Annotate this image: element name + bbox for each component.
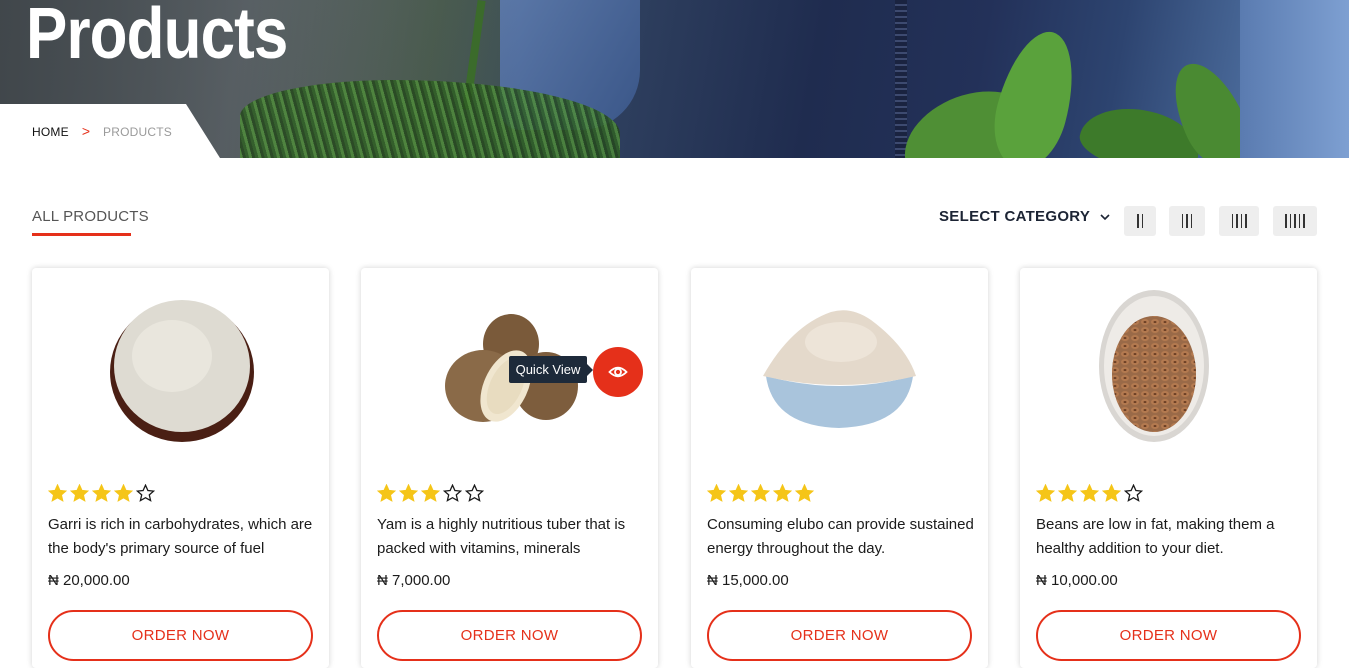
star-filled-icon	[1102, 484, 1121, 502]
star-filled-icon	[773, 484, 792, 502]
grid-view-4-columns-button[interactable]	[1219, 206, 1259, 236]
order-now-button[interactable]: ORDER NOW	[48, 610, 313, 661]
product-description: Garri is rich in carbohydrates, which ar…	[48, 516, 313, 557]
star-filled-icon	[1058, 484, 1077, 502]
hero-banner: Products HOME > PRODUCTS	[0, 0, 1349, 158]
star-filled-icon	[48, 484, 67, 502]
quick-view-tooltip: Quick View	[509, 356, 593, 383]
eye-icon	[608, 366, 628, 378]
breadcrumb-home-link[interactable]: HOME	[32, 125, 69, 139]
breadcrumb: HOME > PRODUCTS	[32, 123, 172, 140]
rating-stars	[1036, 484, 1146, 502]
star-filled-icon	[707, 484, 726, 502]
star-filled-icon	[377, 484, 396, 502]
rating-stars	[48, 484, 158, 502]
order-now-button[interactable]: ORDER NOW	[707, 610, 972, 661]
beans-bowl-image[interactable]	[1020, 286, 1317, 446]
garri-bowl-image[interactable]	[32, 286, 329, 446]
star-filled-icon	[751, 484, 770, 502]
hero-photo-leaf	[983, 23, 1087, 158]
star-filled-icon	[399, 484, 418, 502]
columns-4-icon	[1230, 214, 1248, 228]
star-filled-icon	[114, 484, 133, 502]
product-price: ₦ 15,000.00	[707, 572, 789, 589]
tab-all-products[interactable]: ALL PRODUCTS	[32, 208, 149, 225]
product-price: ₦ 7,000.00	[377, 572, 451, 589]
columns-2-icon	[1136, 214, 1145, 228]
product-description: Beans are low in fat, making them a heal…	[1036, 516, 1275, 557]
hero-photo-sleeve	[1240, 0, 1349, 158]
breadcrumb-separator: >	[81, 123, 90, 139]
star-empty-icon	[443, 484, 462, 502]
grid-view-5-columns-button[interactable]	[1273, 206, 1317, 236]
star-filled-icon	[92, 484, 111, 502]
select-category-label: SELECT CATEGORY	[939, 208, 1091, 225]
product-description: Yam is a highly nutritious tuber that is…	[377, 516, 626, 557]
star-filled-icon	[1080, 484, 1099, 502]
grid-view-3-columns-button[interactable]	[1169, 206, 1205, 236]
order-now-button[interactable]: ORDER NOW	[1036, 610, 1301, 661]
star-empty-icon	[136, 484, 155, 502]
star-filled-icon	[1036, 484, 1055, 502]
rating-stars	[377, 484, 487, 502]
product-card[interactable]: Beans are low in fat, making them a heal…	[1020, 268, 1317, 668]
star-empty-icon	[465, 484, 484, 502]
columns-3-icon	[1180, 214, 1194, 228]
star-empty-icon	[1124, 484, 1143, 502]
star-filled-icon	[795, 484, 814, 502]
columns-5-icon	[1284, 214, 1307, 228]
product-card[interactable]: Garri is rich in carbohydrates, which ar…	[32, 268, 329, 668]
star-filled-icon	[729, 484, 748, 502]
page-title: Products	[26, 0, 288, 74]
elubo-flour-bowl-image[interactable]	[691, 286, 988, 446]
hero-photo-zipper	[895, 0, 907, 158]
order-now-button[interactable]: ORDER NOW	[377, 610, 642, 661]
star-filled-icon	[421, 484, 440, 502]
rating-stars	[707, 484, 817, 502]
breadcrumb-current: PRODUCTS	[103, 125, 172, 139]
quick-view-button[interactable]	[593, 347, 643, 397]
select-category-dropdown[interactable]: SELECT CATEGORY	[939, 208, 1112, 225]
grid-view-2-columns-button[interactable]	[1124, 206, 1156, 236]
chevron-down-icon	[1100, 213, 1110, 220]
product-description: Consuming elubo can provide sustained en…	[707, 516, 974, 557]
product-card[interactable]: Consuming elubo can provide sustained en…	[691, 268, 988, 668]
product-card[interactable]: Yam is a highly nutritious tuber that is…	[361, 268, 658, 668]
star-filled-icon	[70, 484, 89, 502]
product-price: ₦ 20,000.00	[48, 572, 130, 589]
active-tab-underline	[32, 233, 131, 236]
product-price: ₦ 10,000.00	[1036, 572, 1118, 589]
